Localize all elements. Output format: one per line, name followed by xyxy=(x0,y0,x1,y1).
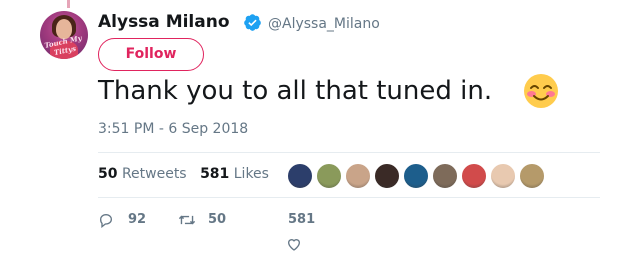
verified-badge-icon xyxy=(244,14,261,31)
divider-bottom xyxy=(98,197,600,198)
liker-avatar[interactable] xyxy=(490,163,516,189)
tweet-stats: 50 Retweets 581 Likes xyxy=(98,166,269,182)
liker-avatar[interactable] xyxy=(316,163,342,189)
like-heart-icon[interactable] xyxy=(286,236,302,252)
retweets-stat[interactable]: 50 Retweets xyxy=(98,166,187,182)
likes-label: Likes xyxy=(233,166,269,182)
likes-count: 581 xyxy=(200,166,230,182)
blushing-smile-emoji-icon xyxy=(524,74,558,108)
liker-avatar[interactable] xyxy=(345,163,371,189)
retweet-icon xyxy=(178,215,196,225)
avatar-caption: Touch My Tittys xyxy=(43,33,83,58)
liker-avatar[interactable] xyxy=(432,163,458,189)
liker-avatar[interactable] xyxy=(461,163,487,189)
like-count: 581 xyxy=(288,212,316,227)
likes-stat[interactable]: 581 Likes xyxy=(200,166,269,182)
divider-top xyxy=(98,152,600,153)
retweets-count: 50 xyxy=(98,166,118,182)
liker-avatar[interactable] xyxy=(287,163,313,189)
thread-connector-line xyxy=(67,0,70,8)
liker-avatar[interactable] xyxy=(374,163,400,189)
tweet-timestamp[interactable]: 3:51 PM - 6 Sep 2018 xyxy=(98,121,248,137)
reply-count: 92 xyxy=(128,212,147,227)
author-name[interactable]: Alyssa Milano xyxy=(98,12,230,32)
retweet-count: 50 xyxy=(208,212,227,227)
tweet-text: Thank you to all that tuned in. xyxy=(98,76,493,106)
avatar[interactable]: Touch My Tittys xyxy=(40,11,88,59)
author-handle[interactable]: @Alyssa_Milano xyxy=(268,16,380,32)
retweets-label: Retweets xyxy=(121,166,187,182)
follow-button[interactable]: Follow xyxy=(98,38,204,71)
reply-icon xyxy=(99,213,113,228)
liker-avatar[interactable] xyxy=(519,163,545,189)
liker-avatar[interactable] xyxy=(403,163,429,189)
